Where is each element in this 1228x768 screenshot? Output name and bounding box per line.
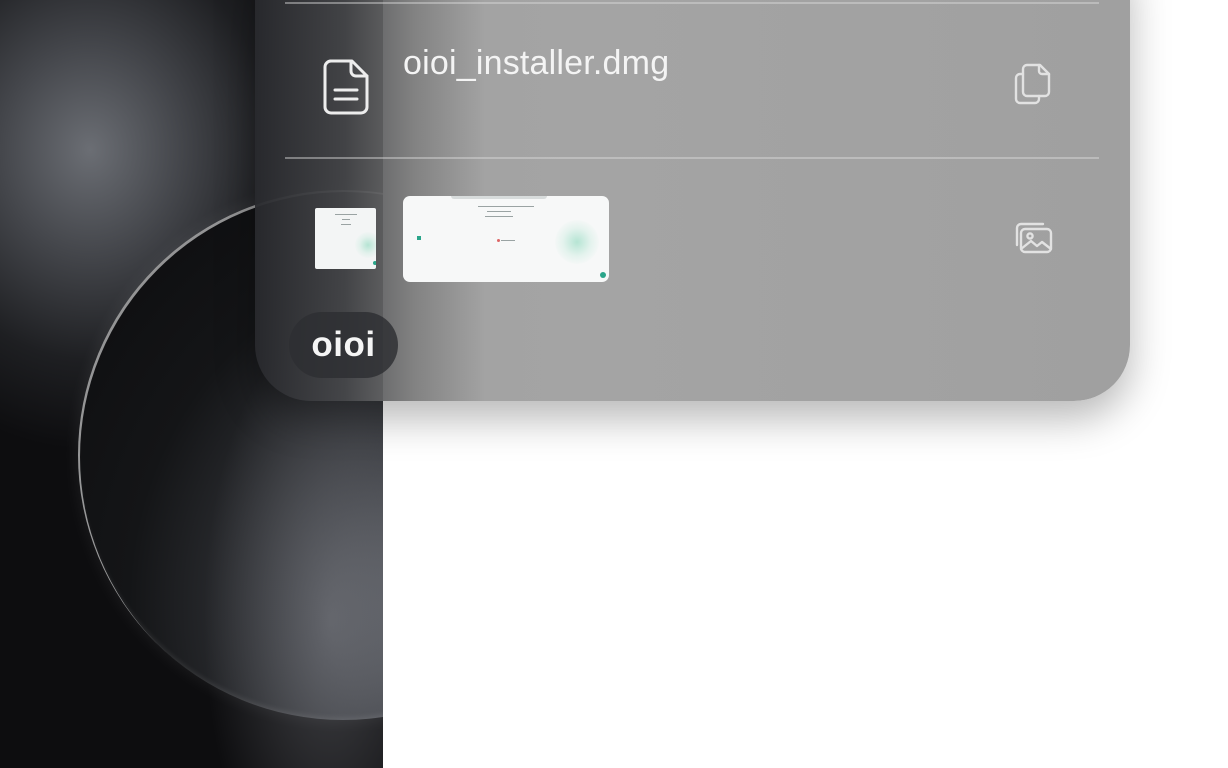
clipboard-item-file[interactable]: oioi_installer.dmg <box>255 4 1130 157</box>
screen: oioi_installer.dmg oioi <box>0 0 1228 768</box>
thumbnail-detail <box>501 240 515 241</box>
thumbnail-detail <box>341 224 351 225</box>
thumbnail-detail <box>417 236 421 240</box>
clipboard-panel: oioi_installer.dmg oioi <box>255 0 1130 401</box>
photo-gallery-icon[interactable] <box>1013 221 1053 255</box>
thumbnail-detail <box>555 220 599 264</box>
thumbnail-detail <box>335 214 357 215</box>
thumbnail-detail <box>485 216 513 217</box>
image-thumbnail[interactable] <box>403 196 609 282</box>
app-name: oioi <box>311 325 376 364</box>
thumbnail-detail <box>487 211 511 212</box>
app-name-badge[interactable]: oioi <box>289 312 398 378</box>
thumbnail-detail <box>373 261 376 265</box>
thumbnail-detail <box>478 206 534 207</box>
thumbnail-detail <box>355 232 376 258</box>
thumbnail-detail <box>600 272 606 278</box>
copy-files-icon[interactable] <box>1013 62 1053 106</box>
file-name: oioi_installer.dmg <box>403 44 670 82</box>
clipboard-item-images[interactable] <box>255 159 1130 309</box>
image-thumbnail[interactable] <box>315 208 376 269</box>
thumbnail-detail <box>497 239 500 242</box>
thumbnail-detail <box>451 196 547 199</box>
document-icon <box>323 59 369 115</box>
thumbnail-detail <box>342 219 350 220</box>
